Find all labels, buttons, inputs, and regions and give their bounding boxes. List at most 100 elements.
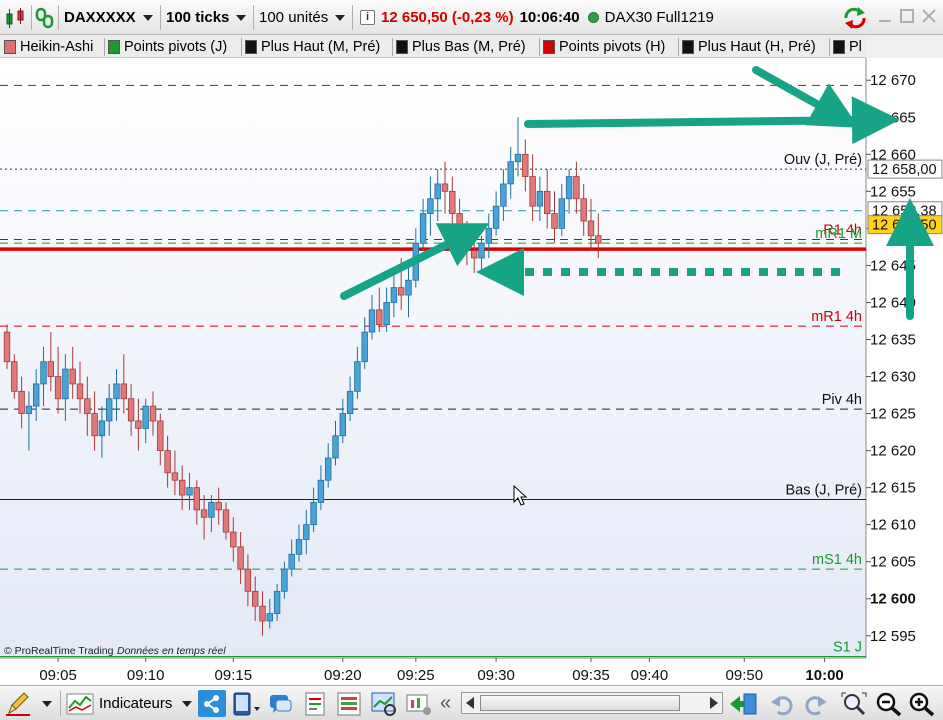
quote-time: 10:06:40: [519, 9, 580, 26]
instrument-selector[interactable]: DAXXXXX: [64, 5, 153, 30]
redo-icon[interactable]: [804, 690, 828, 717]
candle-body: [434, 183, 441, 200]
candle-body: [18, 390, 25, 414]
candle-body: [11, 361, 18, 392]
tab-truncated[interactable]: Pl: [833, 38, 862, 56]
chevron-down-icon[interactable]: [182, 690, 192, 717]
y-tick-label: 12 615: [870, 480, 916, 497]
tab-plus-haut-m[interactable]: Plus Haut (M, Pré): [245, 38, 380, 56]
tab-heikin-ashi[interactable]: Heikin-Ashi: [4, 38, 93, 56]
tablet-icon[interactable]: [232, 690, 262, 717]
candle-body: [171, 472, 179, 481]
candle-body: [273, 590, 281, 614]
candle-body: [25, 405, 33, 414]
annotation-arrow: [524, 96, 900, 145]
candle-body: [62, 368, 69, 400]
candle-body: [492, 205, 500, 229]
screener-icon[interactable]: [370, 690, 398, 717]
candle-body: [441, 183, 449, 192]
candle-body: [529, 176, 536, 207]
scroll-left-icon[interactable]: [465, 697, 475, 709]
minimize-icon[interactable]: [878, 9, 892, 23]
chart-canvas[interactable]: 12 595 12 600 12 605 12 610 12 615 12 620 12 6…: [0, 58, 943, 685]
auto-scroll-icon[interactable]: [728, 690, 758, 717]
candle-body: [54, 376, 62, 400]
candle-body: [514, 153, 522, 163]
chat-icon[interactable]: [268, 690, 294, 717]
connection-status-icon: [587, 12, 599, 23]
maximize-icon[interactable]: [900, 9, 914, 23]
candle-body: [485, 227, 492, 244]
tab-plus-bas-m[interactable]: Plus Bas (M, Pré): [396, 38, 526, 56]
close-icon[interactable]: [922, 9, 936, 23]
candle-body: [595, 235, 602, 244]
candlestick-chart-icon[interactable]: [4, 5, 28, 30]
candle-body: [69, 368, 76, 385]
x-tick-label: 09:35: [572, 667, 610, 684]
toolbar-separator: [352, 5, 353, 30]
tab-label: Points pivots (H): [559, 39, 666, 55]
y-tick-label: 12 625: [870, 406, 916, 423]
level-label: Piv 4h: [822, 392, 862, 408]
candle-body: [522, 153, 529, 177]
tab-points-pivots-j[interactable]: Points pivots (J): [108, 38, 227, 56]
zoom-out-icon[interactable]: [875, 690, 903, 717]
toolbar-separator: [160, 5, 161, 30]
candle-body: [478, 242, 485, 259]
price-chart[interactable]: 12 595 12 600 12 605 12 610 12 615 12 620 12 6…: [0, 58, 943, 685]
candle-body: [127, 398, 135, 422]
level-label: Ouv (J, Pré): [784, 152, 862, 168]
scrollbar-thumb[interactable]: [480, 695, 680, 711]
candle-body: [40, 361, 47, 385]
zoom-fit-icon[interactable]: [840, 690, 868, 717]
period-selector[interactable]: 100 ticks: [166, 5, 247, 30]
horizontal-scrollbar[interactable]: [461, 692, 723, 714]
candle-body: [573, 176, 580, 200]
tab-label: Pl: [849, 39, 862, 55]
candle-body: [135, 420, 142, 429]
units-selector[interactable]: 100 unités: [259, 5, 346, 30]
x-tick-label: 09:15: [215, 667, 253, 684]
undo-icon[interactable]: [770, 690, 794, 717]
quote-info: i 12 650,50 (-0,23 %) 10:06:40 DAX30 Ful…: [360, 5, 714, 30]
y-tick-label: 12 635: [870, 331, 916, 348]
candle-body: [324, 457, 332, 481]
scroll-right-icon[interactable]: [709, 697, 719, 709]
orders-list-icon[interactable]: [336, 690, 362, 717]
realtime-note: Données en temps réel: [117, 645, 226, 657]
share-icon[interactable]: [198, 690, 226, 717]
tab-label: Plus Haut (H, Pré): [698, 39, 816, 55]
toolbar-separator: [60, 691, 61, 716]
settings-chart-icon[interactable]: [405, 690, 433, 717]
candle-body: [587, 220, 595, 237]
scroll-start-icon[interactable]: «: [440, 690, 451, 717]
units-value: 100 unités: [259, 9, 329, 26]
color-swatch: [4, 40, 16, 54]
y-tick-label: 12 670: [870, 72, 916, 89]
chevron-down-icon[interactable]: [42, 690, 52, 717]
tab-points-pivots-h[interactable]: Points pivots (H): [543, 38, 665, 56]
tab-label: Heikin-Ashi: [20, 39, 94, 55]
candle-body: [565, 176, 573, 200]
order-ticket-icon[interactable]: [303, 690, 327, 717]
tab-separator: [104, 38, 105, 56]
candle-body: [149, 405, 157, 422]
zoom-in-icon[interactable]: [908, 690, 936, 717]
refresh-icon[interactable]: [842, 5, 868, 30]
link-icon[interactable]: [35, 5, 55, 30]
candle-body: [536, 190, 544, 207]
drawing-pencil-icon[interactable]: [4, 690, 32, 717]
candle-body: [33, 383, 40, 407]
candle-body: [281, 568, 288, 592]
last-price: 12 650,50 (-0,23 %): [381, 9, 514, 26]
top-toolbar: DAXXXXX 100 ticks 100 unités i 12 650,50…: [0, 0, 943, 35]
indicators-button[interactable]: Indicateurs: [66, 690, 172, 717]
candle-body: [405, 279, 412, 296]
tab-plus-haut-h[interactable]: Plus Haut (H, Pré): [682, 38, 816, 56]
info-icon[interactable]: i: [360, 10, 375, 25]
x-tick-label: 09:50: [726, 667, 764, 684]
toolbar-separator: [253, 5, 254, 30]
candle-body: [215, 502, 222, 511]
candle-body: [383, 302, 390, 326]
color-swatch: [833, 40, 845, 54]
